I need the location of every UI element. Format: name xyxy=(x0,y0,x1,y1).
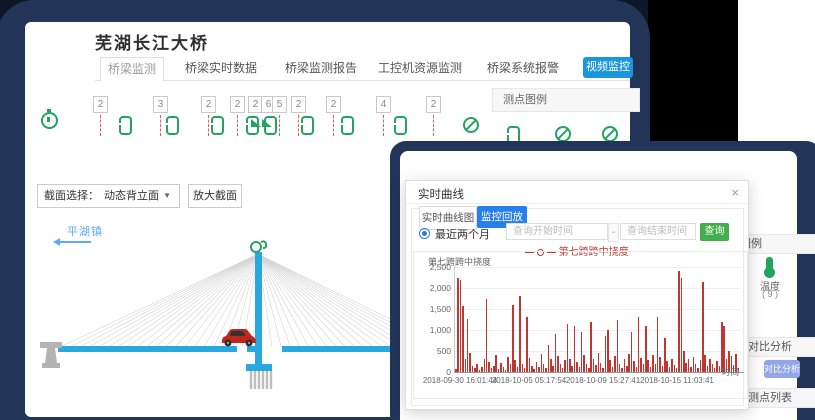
section-select-group[interactable]: 截面选择： 动态背立面 ▼ xyxy=(37,184,180,208)
sensor-count-badge: 2 xyxy=(93,96,108,113)
sensor-dash-line xyxy=(383,115,384,136)
query-end-time-input[interactable] xyxy=(620,223,696,240)
temperature-count: ( 9 ) xyxy=(752,289,788,299)
bridge-cables xyxy=(60,254,390,347)
link-sensor-icon xyxy=(211,116,224,135)
query-button[interactable]: 查询 xyxy=(700,223,729,241)
tab-bridge-monitoring[interactable]: 桥梁监测 xyxy=(100,57,164,82)
tab-bridge-monitoring-report[interactable]: 桥梁监测报告 xyxy=(285,57,357,80)
x-tick: 2018-10-15 11:03:41 xyxy=(640,376,714,385)
video-monitoring-button[interactable]: 视频监控 xyxy=(583,57,633,78)
section-select-label: 截面选择： xyxy=(44,185,99,207)
dialog-title: 实时曲线 xyxy=(418,186,464,202)
page-title: 芜湖长江大桥 xyxy=(95,29,209,54)
bridge-left-pier xyxy=(40,342,62,368)
sensor-count-badge: 5 xyxy=(272,96,287,113)
last-two-months-radio[interactable] xyxy=(419,228,430,239)
y-tick: 2,500 xyxy=(417,262,451,272)
bridge-deck xyxy=(247,346,262,352)
x-axis-name: 时间 xyxy=(722,366,739,378)
sensor-dash-line xyxy=(100,115,101,136)
y-tick: 1,000 xyxy=(417,325,451,335)
tower-sensor-icon xyxy=(251,241,266,252)
legend-circle-icon xyxy=(602,126,618,142)
chart-container: 第七跨跨中挠度 2,500 2,000 1,500 1,000 500 0 20… xyxy=(413,251,748,399)
stopwatch-icon xyxy=(41,112,58,129)
close-icon[interactable]: × xyxy=(731,185,739,200)
sensor-count-badge: 2 xyxy=(426,96,441,113)
screen: 芜湖长江大桥 桥梁监测 桥梁实时数据 桥梁监测报告 工控机资源监测 桥梁系统报警… xyxy=(0,0,815,420)
bridge-deck xyxy=(282,346,390,352)
section-select-value[interactable]: 动态背立面 xyxy=(104,185,159,207)
link-sensor-icon xyxy=(341,116,354,135)
sensor-dash-line xyxy=(208,115,209,136)
legend-circle-icon xyxy=(555,126,571,142)
y-tick: 500 xyxy=(417,346,451,356)
chevron-down-icon[interactable]: ▼ xyxy=(163,185,171,207)
tabs-divider xyxy=(95,80,630,81)
sensor-dash-line xyxy=(237,115,238,136)
sensor-count-badge: 4 xyxy=(376,96,391,113)
link-sensor-icon xyxy=(301,116,314,135)
realtime-curve-dialog: 实时曲线 × 实时曲线图 监控回放 最近两个月 - 查询 第七跨跨中挠度 第七跨… xyxy=(405,180,749,410)
thermometer-icon xyxy=(766,257,773,270)
x-tick: 2018-09-30 16:01:44 xyxy=(423,376,497,385)
sensor-count-badge: 2 xyxy=(230,96,245,113)
inclinometer-icon xyxy=(251,119,261,127)
direction-label: 平湖镇 xyxy=(67,223,103,239)
sensor-count-badge: 3 xyxy=(153,96,168,113)
tab-bridge-realtime-data[interactable]: 桥梁实时数据 xyxy=(185,57,257,80)
tab-ipc-resource-monitoring[interactable]: 工控机资源监测 xyxy=(378,57,462,80)
sensor-count-badge: 2 xyxy=(291,96,306,113)
bridge-deck xyxy=(58,346,237,352)
link-sensor-icon xyxy=(394,116,407,135)
bridge-crossbeam xyxy=(246,364,272,371)
desktop-white-area xyxy=(738,0,815,145)
sensor-dash-line xyxy=(298,115,299,136)
car-illustration xyxy=(222,329,256,346)
sensor-dash-line xyxy=(433,115,434,136)
bridge-illustration xyxy=(25,240,390,410)
y-tick: 1,500 xyxy=(417,304,451,314)
desktop-black-area xyxy=(648,0,738,145)
date-range-separator: - xyxy=(608,223,619,242)
query-start-time-input[interactable] xyxy=(506,223,608,240)
sensor-count-badge: 2 xyxy=(201,96,216,113)
last-two-months-label: 最近两个月 xyxy=(435,226,490,242)
sensor-dash-line xyxy=(333,115,334,136)
sensor-dash-line xyxy=(279,115,280,136)
compare-analysis-button[interactable]: 对比分析 xyxy=(764,360,800,378)
x-axis-line xyxy=(454,372,744,373)
link-sensor-icon xyxy=(119,116,132,135)
disabled-sensor-icon xyxy=(463,117,479,133)
sensor-count-badge: 2 xyxy=(326,96,341,113)
x-tick: 2018-10-05 05:17:54 xyxy=(492,376,566,385)
tab-bridge-system-alarm[interactable]: 桥梁系统报警 xyxy=(487,57,559,80)
inclinometer-icon xyxy=(262,119,272,127)
legend-panel-header: 测点图例 xyxy=(492,88,640,112)
x-tick: 2018-10-09 15:27:41 xyxy=(566,376,640,385)
chart-series-deflection xyxy=(455,267,740,372)
y-tick: 2,000 xyxy=(417,283,451,293)
bridge-piles xyxy=(251,371,271,389)
zoom-section-button[interactable]: 放大截面 xyxy=(188,184,242,208)
sensor-dash-line xyxy=(160,115,161,136)
link-sensor-icon xyxy=(166,116,179,135)
